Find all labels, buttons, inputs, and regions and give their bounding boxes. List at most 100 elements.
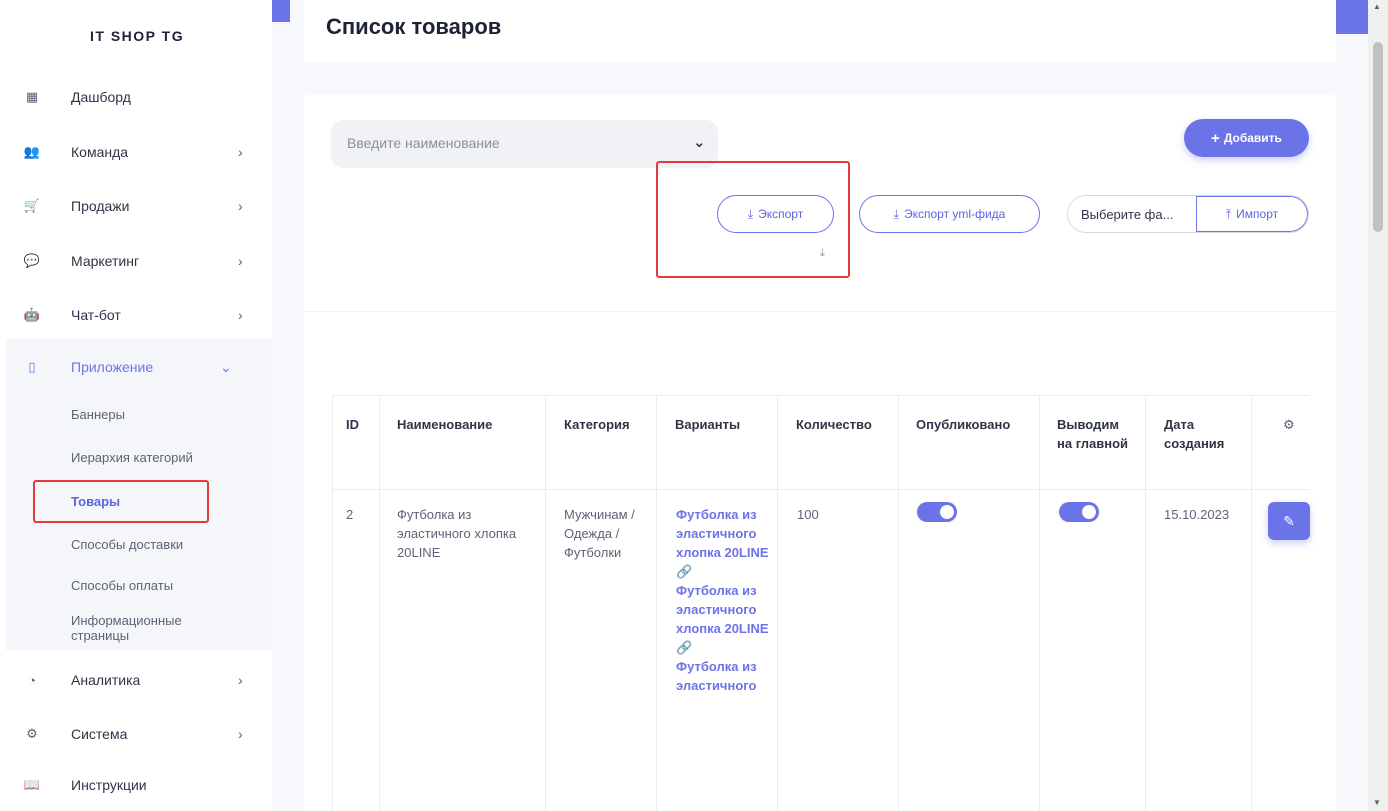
header-accent (1336, 0, 1368, 34)
pie-chart-icon: ◔ (28, 672, 36, 688)
toggle-knob (940, 505, 954, 519)
toggle-knob (1082, 505, 1096, 519)
table-col-border (777, 395, 778, 811)
variant-link[interactable]: Футболка из эластичного хлопка 20LINE 🔗 (676, 581, 771, 657)
chevron-down-icon: ⌄ (220, 358, 232, 375)
add-button-label: Добавить (1223, 131, 1282, 145)
divider (304, 311, 1336, 312)
table-col-border (898, 395, 899, 811)
plus-icon: + (1211, 129, 1220, 147)
sidebar-item-label: Инструкции (71, 777, 147, 793)
file-input[interactable]: Выберите фа... (1068, 196, 1196, 232)
table-col-border (1039, 395, 1040, 811)
column-header-category[interactable]: Категория (564, 415, 630, 434)
sidebar-item-label: Дашборд (71, 89, 131, 105)
cell-name: Футболка из эластичного хлопка 20LINE (397, 507, 517, 560)
brand-logo[interactable]: IT SHOP TG (90, 28, 184, 44)
sidebar-item-dashboard[interactable]: ▦ Дашборд (0, 70, 272, 124)
highlight-box-products (33, 480, 209, 523)
table-border-top (332, 395, 1310, 396)
sidebar-item-label: Аналитика (71, 672, 141, 688)
search-placeholder: Введите наименование (347, 135, 500, 151)
sidebar-item-team[interactable]: 👥 Команда › (0, 125, 272, 179)
table-col-border (1251, 395, 1252, 811)
chevron-right-icon: › (238, 144, 243, 160)
download-icon[interactable]: ⤓ (820, 247, 825, 260)
table-header-border (332, 489, 1310, 490)
chevron-right-icon: › (238, 253, 243, 269)
scrollbar-thumb[interactable] (1373, 42, 1383, 232)
page-title: Список товаров (326, 14, 502, 39)
submenu-item-category-tree[interactable]: Иерархия категорий (71, 450, 193, 465)
sidebar-item-label: Система (71, 726, 128, 742)
featured-toggle[interactable] (1059, 502, 1099, 522)
pencil-icon: ✎ (1283, 512, 1295, 529)
products-card: Введите наименование ⌄ + Добавить ⤓ Эксп… (304, 95, 1336, 811)
sidebar-item-label: Приложение (71, 359, 154, 375)
cart-icon: 🛒 (23, 198, 41, 213)
sidebar-item-sales[interactable]: 🛒 Продажи › (0, 179, 272, 233)
import-button[interactable]: ⤒ Импорт (1196, 196, 1308, 232)
scroll-down-icon[interactable]: ▼ (1373, 798, 1381, 807)
upload-icon: ⤒ (1225, 206, 1232, 221)
sidebar-item-marketing[interactable]: 💬 Маркетинг › (0, 234, 272, 288)
highlight-box-export (656, 161, 850, 278)
scrollbar[interactable]: ▲ ▼ (1368, 0, 1388, 811)
chevron-down-icon: ⌄ (693, 134, 706, 151)
chevron-right-icon: › (238, 672, 243, 688)
table-col-border (1145, 395, 1146, 811)
download-icon: ⤓ (893, 206, 899, 221)
sidebar-item-analytics[interactable]: ◔ Аналитика › (0, 653, 272, 707)
sidebar-item-chatbot[interactable]: 🤖 Чат-бот › (0, 288, 272, 342)
table-col-border (545, 395, 546, 811)
grid-icon: ▦ (25, 89, 39, 104)
table-col-border (379, 395, 380, 811)
submenu-item-banners[interactable]: Баннеры (71, 407, 125, 422)
sidebar-item-instructions[interactable]: 📖 Инструкции (0, 758, 272, 811)
header-accent (272, 0, 290, 22)
variant-link[interactable]: Футболка из эластичного (676, 657, 771, 695)
sidebar-item-system[interactable]: ⚙ Система › (0, 707, 272, 761)
page-header: Список товаров (304, 0, 1336, 62)
link-icon: 🔗 (676, 564, 693, 579)
users-icon: 👥 (23, 144, 41, 159)
import-button-label: Импорт (1236, 207, 1279, 221)
book-icon: 📖 (23, 777, 41, 792)
column-header-variants[interactable]: Варианты (675, 415, 740, 434)
sidebar-item-app[interactable]: ▯ Приложение ⌄ (6, 340, 272, 394)
sidebar: IT SHOP TG ▦ Дашборд 👥 Команда › 🛒 Прода… (0, 0, 272, 811)
scroll-up-icon[interactable]: ▲ (1373, 2, 1381, 11)
cell-id: 2 (346, 507, 354, 522)
cell-created: 15.10.2023 (1164, 507, 1230, 522)
submenu-item-info-pages[interactable]: Информационные страницы (71, 613, 221, 643)
table-col-border (656, 395, 657, 811)
edit-button[interactable]: ✎ (1268, 502, 1310, 540)
column-header-id[interactable]: ID (346, 415, 359, 434)
chevron-right-icon: › (238, 307, 243, 323)
link-icon: 🔗 (676, 640, 693, 655)
published-toggle[interactable] (917, 502, 957, 522)
cell-quantity: 100 (797, 507, 819, 522)
submenu-item-delivery[interactable]: Способы доставки (71, 537, 183, 552)
gear-icon[interactable]: ⚙ (1283, 415, 1295, 434)
sidebar-item-label: Продажи (71, 198, 130, 214)
export-yml-button-label: Экспорт yml-фида (903, 207, 1006, 221)
chevron-right-icon: › (238, 198, 243, 214)
column-header-published[interactable]: Опубликовано (916, 415, 1010, 434)
add-button[interactable]: + Добавить (1184, 119, 1309, 157)
submenu-item-payment[interactable]: Способы оплаты (71, 578, 173, 593)
table-col-border (332, 395, 333, 811)
export-yml-button[interactable]: ⤓ Экспорт yml-фида (859, 195, 1040, 233)
robot-icon: 🤖 (23, 307, 41, 322)
variant-link[interactable]: Футболка из эластичного хлопка 20LINE 🔗 (676, 505, 771, 581)
cell-variants: Футболка из эластичного хлопка 20LINE 🔗 … (676, 505, 771, 695)
column-header-created[interactable]: Дата создания (1164, 415, 1244, 453)
mobile-icon: ▯ (28, 359, 36, 374)
column-header-featured[interactable]: Выводим на главной (1057, 415, 1137, 453)
cell-category: Мужчинам / Одежда / Футболки (564, 507, 635, 560)
import-file-group: Выберите фа... ⤒ Импорт (1067, 195, 1309, 233)
sidebar-item-label: Чат-бот (71, 307, 121, 323)
chevron-right-icon: › (238, 726, 243, 742)
column-header-quantity[interactable]: Количество (796, 415, 872, 434)
column-header-name[interactable]: Наименование (397, 415, 492, 434)
